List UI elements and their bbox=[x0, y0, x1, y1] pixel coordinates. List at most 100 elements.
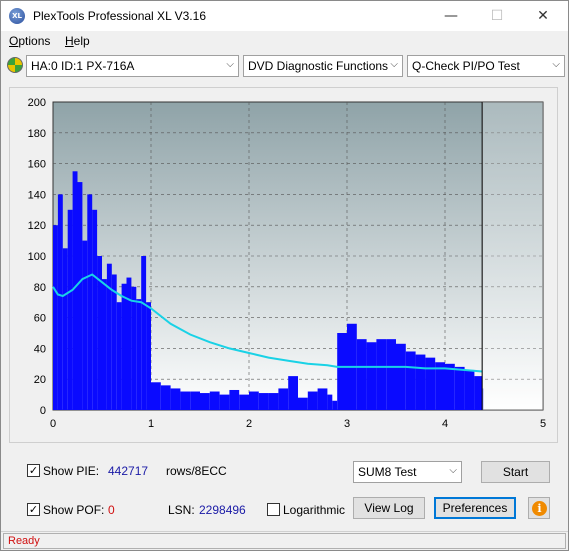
pie-bar bbox=[268, 393, 279, 410]
pie-bar bbox=[160, 385, 171, 410]
y-tick-label: 0 bbox=[40, 405, 46, 417]
pi-po-chart: 0 20 40 60 80 100 120 140 160 180 200 0 1 2 3 4 5 bbox=[28, 97, 546, 430]
pie-bar bbox=[72, 171, 78, 410]
x-tick-label: 4 bbox=[442, 418, 448, 430]
show-pof-label: Show POF: bbox=[43, 503, 105, 517]
title-bar[interactable]: XL PlexTools Professional XL V3.16 — ☐ ✕ bbox=[1, 1, 568, 31]
pie-bar bbox=[111, 274, 117, 410]
pie-bar bbox=[258, 393, 269, 410]
pie-bar bbox=[464, 369, 475, 410]
x-tick-label: 2 bbox=[246, 418, 252, 430]
test-select[interactable]: Q-Check PI/PO Test ⌵ bbox=[407, 55, 565, 77]
info-icon: i bbox=[532, 501, 547, 516]
pie-bar bbox=[126, 277, 132, 410]
pie-bar bbox=[131, 286, 137, 410]
pie-bar bbox=[396, 343, 406, 410]
pie-bar bbox=[92, 209, 98, 410]
status-text: Ready bbox=[8, 535, 40, 547]
pie-bar bbox=[474, 376, 483, 410]
info-button[interactable]: i bbox=[528, 497, 550, 519]
pie-bar bbox=[57, 194, 63, 410]
pie-bar bbox=[82, 240, 88, 410]
pie-bar bbox=[435, 362, 445, 410]
controls-area: ✓ Show PIE: 442717 rows/8ECC ✓ Show POF:… bbox=[9, 453, 558, 529]
menu-bar: Options Help bbox=[1, 31, 568, 51]
preferences-button[interactable]: Preferences bbox=[434, 497, 516, 519]
pie-bar bbox=[239, 394, 249, 410]
x-tick-label: 5 bbox=[540, 418, 546, 430]
status-box: Ready bbox=[3, 533, 566, 549]
pie-bar bbox=[116, 302, 122, 410]
pie-bar bbox=[146, 302, 151, 410]
pie-bar bbox=[102, 279, 107, 410]
sum-test-value: SUM8 Test bbox=[358, 465, 417, 479]
chevron-down-icon: ⌵ bbox=[390, 59, 398, 70]
y-tick-label: 80 bbox=[34, 282, 46, 294]
pie-bar bbox=[405, 351, 416, 410]
test-select-value: Q-Check PI/PO Test bbox=[412, 59, 520, 73]
pie-bar bbox=[209, 391, 220, 410]
y-tick-label: 200 bbox=[28, 97, 46, 109]
pie-bar bbox=[62, 248, 68, 410]
view-log-button[interactable]: View Log bbox=[353, 497, 425, 519]
function-select-value: DVD Diagnostic Functions bbox=[248, 59, 389, 73]
menu-help[interactable]: Help bbox=[65, 34, 90, 48]
pie-bar bbox=[366, 342, 377, 410]
pie-bar bbox=[356, 339, 367, 410]
x-tick-label: 0 bbox=[50, 418, 56, 430]
y-tick-label: 180 bbox=[28, 128, 46, 140]
logarithmic-checkbox[interactable] bbox=[267, 503, 280, 516]
menu-options[interactable]: Options bbox=[9, 34, 50, 48]
close-button[interactable]: ✕ bbox=[520, 1, 566, 31]
x-tick-label: 1 bbox=[148, 418, 154, 430]
y-tick-label: 140 bbox=[28, 189, 46, 201]
pie-bar bbox=[53, 225, 58, 410]
pie-bar bbox=[141, 256, 147, 410]
pie-bar bbox=[229, 389, 240, 410]
pie-bar bbox=[190, 391, 200, 410]
pie-bar bbox=[249, 391, 259, 410]
chevron-down-icon: ⌵ bbox=[226, 59, 234, 70]
sum-test-select[interactable]: SUM8 Test ⌵ bbox=[353, 461, 462, 483]
function-select[interactable]: DVD Diagnostic Functions ⌵ bbox=[243, 55, 403, 77]
minimize-button[interactable]: — bbox=[428, 1, 474, 31]
chevron-down-icon: ⌵ bbox=[449, 465, 457, 476]
drive-select[interactable]: HA:0 ID:1 PX-716A ⌵ bbox=[26, 55, 239, 77]
pie-bar bbox=[170, 388, 181, 410]
logarithmic-label: Logarithmic bbox=[283, 503, 346, 517]
pie-bar bbox=[151, 382, 161, 410]
app-window: XL PlexTools Professional XL V3.16 — ☐ ✕… bbox=[0, 0, 569, 551]
y-tick-label: 20 bbox=[34, 374, 46, 386]
app-icon: XL bbox=[9, 8, 25, 24]
chevron-down-icon: ⌵ bbox=[552, 59, 560, 70]
pie-bar bbox=[415, 354, 426, 410]
y-tick-label: 160 bbox=[28, 159, 46, 171]
pie-bar bbox=[376, 339, 387, 410]
start-button[interactable]: Start bbox=[481, 461, 550, 483]
y-tick-label: 60 bbox=[34, 313, 46, 325]
x-tick-label: 3 bbox=[344, 418, 350, 430]
pie-bar bbox=[298, 397, 308, 410]
unscanned-region bbox=[482, 102, 543, 410]
maximize-button[interactable]: ☐ bbox=[474, 1, 520, 31]
pie-bar bbox=[219, 394, 230, 410]
window-title: PlexTools Professional XL V3.16 bbox=[33, 9, 206, 23]
pie-bar bbox=[386, 339, 396, 410]
pie-bar bbox=[200, 393, 210, 410]
lsn-label: LSN: bbox=[168, 503, 195, 517]
show-pof-checkbox[interactable]: ✓ bbox=[27, 503, 40, 516]
show-pie-checkbox[interactable]: ✓ bbox=[27, 464, 40, 477]
status-bar: Ready bbox=[1, 531, 568, 550]
y-tick-label: 100 bbox=[28, 251, 46, 263]
pie-bar bbox=[307, 391, 318, 410]
pie-bar bbox=[77, 182, 83, 410]
pie-bar bbox=[136, 299, 142, 410]
pie-bar bbox=[454, 366, 465, 410]
pie-bar bbox=[180, 391, 191, 410]
chart-panel: 0 20 40 60 80 100 120 140 160 180 200 0 1 2 3 4 5 bbox=[9, 87, 558, 443]
drive-icon bbox=[7, 57, 23, 73]
pie-bar bbox=[317, 388, 328, 410]
pie-bar bbox=[288, 376, 298, 410]
drive-select-value: HA:0 ID:1 PX-716A bbox=[31, 59, 135, 73]
pie-bar bbox=[278, 388, 289, 410]
